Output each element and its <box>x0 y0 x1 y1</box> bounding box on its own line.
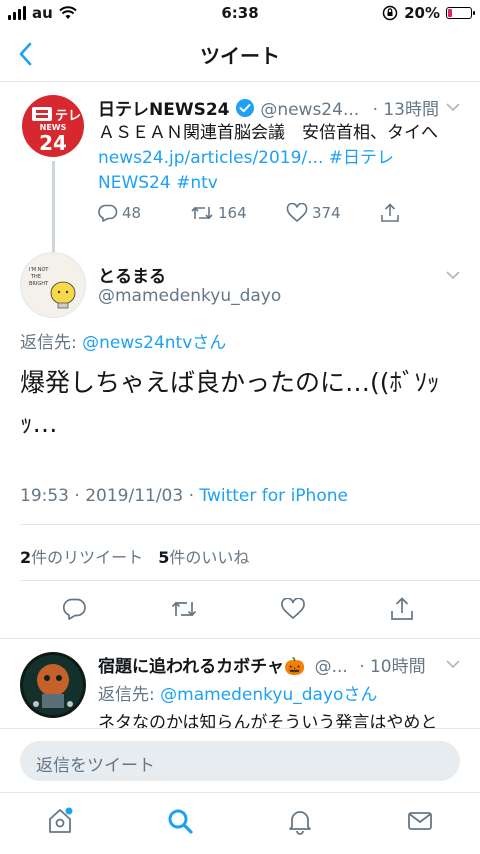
tweet-text-line: news24.jp/articles/2019/... #日テレ <box>98 146 468 171</box>
reply-icon <box>98 204 118 222</box>
avatar-news24[interactable]: テレ NEWS 24 <box>22 95 84 157</box>
messages-icon[interactable] <box>406 807 434 835</box>
chevron-down-icon[interactable] <box>446 270 460 280</box>
tweet-header-line: 宿題に追われるカボチャ🎃 @... · 10時間 <box>98 652 438 677</box>
like-count: 374 <box>312 204 341 222</box>
verified-badge-icon <box>235 99 254 117</box>
hashtag-link[interactable]: NEWS24 #ntv <box>98 171 468 196</box>
share-button[interactable] <box>380 203 400 223</box>
orientation-lock-icon <box>382 5 398 21</box>
tweet-time: · 13時間 <box>372 100 440 120</box>
retweet-button[interactable]: 164 <box>190 204 286 222</box>
svg-text:BRIGHT: BRIGHT <box>29 281 49 287</box>
reply-to-user-link[interactable]: @news24ntvさん <box>82 333 226 353</box>
pumpkin-avatar-icon <box>23 655 83 715</box>
nav-header: ツイート <box>0 26 480 82</box>
share-icon <box>381 203 399 222</box>
parent-tweet[interactable]: テレ NEWS 24 日テレNEWS24 @news24... · 13時間 Ａ… <box>0 83 480 253</box>
client-link[interactable]: Twitter for iPhone <box>199 486 348 506</box>
heart-icon[interactable] <box>280 598 306 620</box>
home-icon[interactable] <box>46 807 74 835</box>
retweet-stat-label: 件のリツイート <box>31 548 144 567</box>
main-tweet: I'M NOT THE BRIGHT とるまる @mamedenkyu_dayo… <box>0 240 480 640</box>
svg-text:24: 24 <box>39 131 67 155</box>
reply-button[interactable]: 48 <box>98 204 190 222</box>
svg-text:テレ: テレ <box>55 109 81 124</box>
tweet-timestamp-line: 19:53 · 2019/11/03 · Twitter for iPhone <box>20 486 348 506</box>
share-icon[interactable] <box>390 597 414 621</box>
tweet-time: · 10時間 <box>359 657 426 677</box>
tweet-text: ＡＳＥＡＮ関連首脳会議 安倍首相、タイへ news24.jp/articles/… <box>98 121 468 196</box>
notifications-icon[interactable] <box>286 807 314 835</box>
reply-input[interactable]: 返信をツイート <box>20 741 460 781</box>
status-bar: au 6:38 20% <box>0 0 480 26</box>
retweet-stat-count: 2 <box>20 548 32 567</box>
reply-icon[interactable] <box>63 598 87 620</box>
tweet-text: ネタなのかは知らんがそういう発言はやめと <box>98 713 438 728</box>
battery-percent: 20% <box>404 4 440 22</box>
section-divider <box>0 638 480 639</box>
news24-logo-icon: テレ NEWS 24 <box>32 107 81 155</box>
like-stat[interactable]: 5件のいいね <box>158 548 249 567</box>
tweet-text-line: ＡＳＥＡＮ関連首脳会議 安倍首相、タイへ <box>98 123 438 143</box>
tab-bar <box>0 792 480 854</box>
author-handle: @... <box>314 657 348 677</box>
reply-to-label: 返信先: <box>20 333 83 353</box>
avatar-torumaru[interactable]: I'M NOT THE BRIGHT <box>20 252 86 318</box>
tweet-body-line: ｯ… <box>20 409 58 438</box>
reply-tweet[interactable]: 宿題に追われるカボチャ🎃 @... · 10時間 返信先: @mamedenky… <box>0 640 480 728</box>
main-tweet-actions <box>0 596 480 626</box>
retweet-icon <box>191 206 213 220</box>
reply-to-line: 返信先: @news24ntvさん <box>20 328 226 353</box>
tweet-actions: 48 164 374 <box>98 203 400 223</box>
tweet-timestamp: 19:53 · 2019/11/03 · <box>20 486 200 506</box>
chevron-down-icon[interactable] <box>446 659 460 669</box>
reply-composer-bar: 返信をツイート <box>0 728 480 792</box>
chevron-down-icon[interactable] <box>446 102 460 112</box>
stats-divider-top <box>20 524 480 525</box>
author-handle: @mamedenkyu_dayo <box>98 286 282 306</box>
stats-divider-bottom <box>20 580 480 581</box>
battery-fill <box>448 9 452 17</box>
page-title: ツイート <box>200 44 280 68</box>
reply-to-line: 返信先: @mamedenkyu_dayoさん <box>98 680 377 705</box>
retweet-stat[interactable]: 2件のリツイート <box>20 548 148 567</box>
author-name[interactable]: 宿題に追われるカボチャ🎃 <box>98 657 305 677</box>
tweet-body-line: 爆発しちゃえば良かったのに…((ﾎﾞｿｯ <box>20 368 440 397</box>
like-button[interactable]: 374 <box>286 203 380 223</box>
hashtag-link[interactable]: #日テレ <box>323 148 394 168</box>
reply-to-user-link[interactable]: @mamedenkyu_dayoさん <box>160 685 377 705</box>
heart-icon <box>286 203 308 223</box>
retweet-icon[interactable] <box>170 599 198 619</box>
tweet-header-line: 日テレNEWS24 @news24... · 13時間 <box>98 95 458 120</box>
search-icon[interactable] <box>166 807 194 835</box>
svg-text:THE: THE <box>30 274 41 280</box>
svg-text:I'M NOT: I'M NOT <box>29 267 49 273</box>
avatar-kabocha[interactable] <box>20 652 86 718</box>
reply-to-label: 返信先: <box>98 685 161 705</box>
author-handle: @news24... <box>260 100 360 120</box>
author-name[interactable]: とるまる <box>98 262 166 287</box>
like-stat-count: 5 <box>158 548 170 567</box>
like-stat-label: 件のいいね <box>169 548 250 567</box>
status-right: 20% <box>382 4 475 22</box>
retweet-count: 164 <box>218 204 247 222</box>
author-name[interactable]: 日テレNEWS24 <box>98 100 230 120</box>
tweet-body: 爆発しちゃえば良かったのに…((ﾎﾞｿｯ ｯ… <box>20 362 470 444</box>
battery-icon <box>446 7 475 19</box>
article-link[interactable]: news24.jp/articles/2019/... <box>98 148 323 168</box>
engagement-stats: 2件のリツイート 5件のいいね <box>20 544 249 568</box>
reply-count: 48 <box>122 204 142 222</box>
lightbulb-avatar-icon: I'M NOT THE BRIGHT <box>29 267 76 309</box>
